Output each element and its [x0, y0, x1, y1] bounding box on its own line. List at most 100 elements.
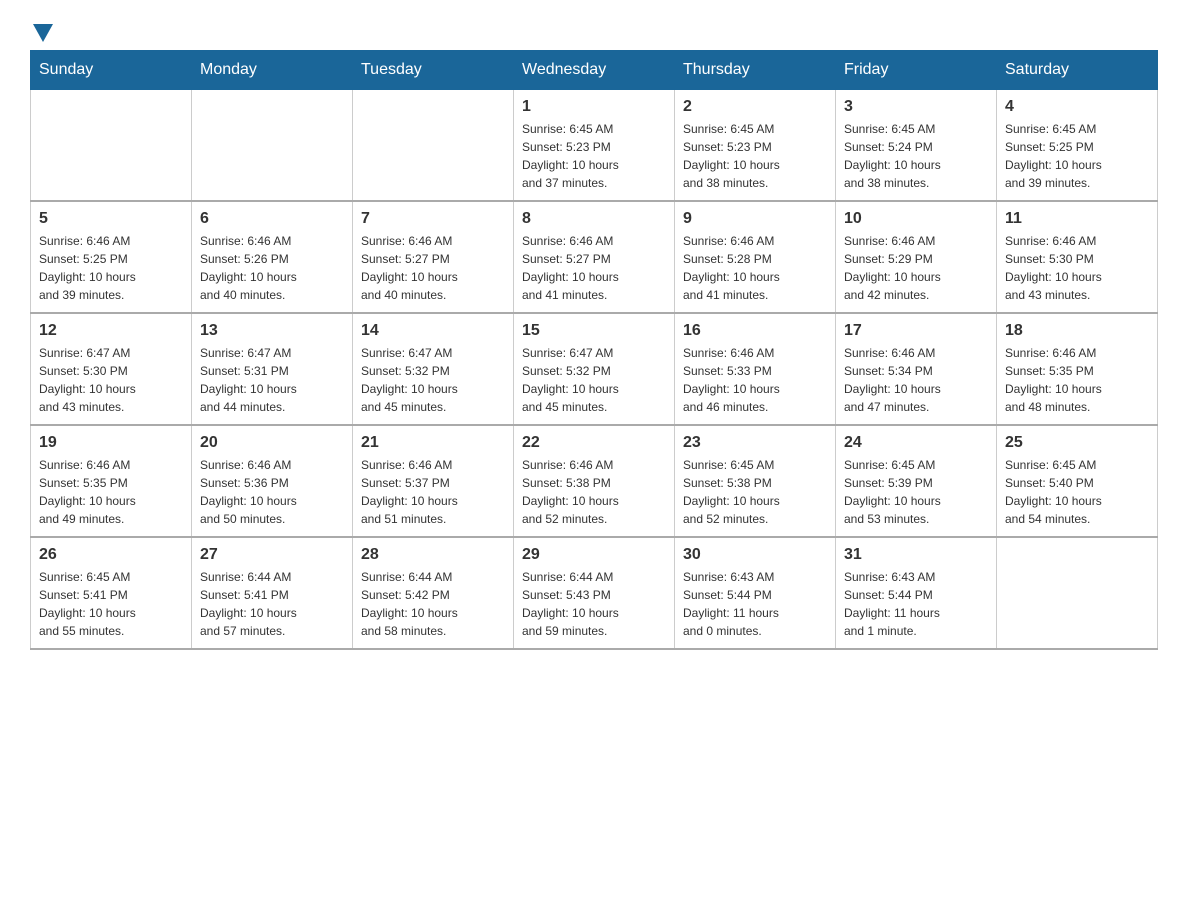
- calendar-cell: 22Sunrise: 6:46 AMSunset: 5:38 PMDayligh…: [514, 425, 675, 537]
- day-of-week-header: Sunday: [31, 51, 192, 90]
- day-number: 9: [683, 210, 827, 228]
- day-number: 17: [844, 322, 988, 340]
- day-number: 18: [1005, 322, 1149, 340]
- day-info: Sunrise: 6:45 AMSunset: 5:23 PMDaylight:…: [522, 120, 666, 192]
- calendar-cell: 20Sunrise: 6:46 AMSunset: 5:36 PMDayligh…: [192, 425, 353, 537]
- calendar-cell: 11 Sunrise: 6:46 AMSunset: 5:30 PMDayligh…: [997, 201, 1158, 313]
- calendar-cell: 28 Sunrise: 6:44 AMSunset: 5:42 PMDayligh…: [353, 537, 514, 649]
- calendar-cell: 16 Sunrise: 6:46 AMSunset: 5:33 PMDayligh…: [675, 313, 836, 425]
- calendar-week-row: 5Sunrise: 6:46 AMSunset: 5:25 PMDaylight…: [31, 201, 1158, 313]
- day-info: Sunrise: 6:44 AMSunset: 5:43 PMDaylight:…: [522, 568, 666, 640]
- calendar-cell: 27 Sunrise: 6:44 AMSunset: 5:41 PMDayligh…: [192, 537, 353, 649]
- calendar-cell: 18 Sunrise: 6:46 AMSunset: 5:35 PMDayligh…: [997, 313, 1158, 425]
- day-number: 12: [39, 322, 183, 340]
- calendar-cell: 31 Sunrise: 6:43 AMSunset: 5:44 PMDayligh…: [836, 537, 997, 649]
- day-number: 3: [844, 98, 988, 116]
- day-info: Sunrise: 6:46 AMSunset: 5:30 PMDaylight:…: [1005, 232, 1149, 304]
- day-number: 29: [522, 546, 666, 564]
- calendar-week-row: 1 Sunrise: 6:45 AMSunset: 5:23 PMDaylight…: [31, 90, 1158, 202]
- day-info: Sunrise: 6:47 AMSunset: 5:31 PMDaylight:…: [200, 344, 344, 416]
- day-number: 13: [200, 322, 344, 340]
- calendar-week-row: 19 Sunrise: 6:46 AMSunset: 5:35 PMDayligh…: [31, 425, 1158, 537]
- day-info: Sunrise: 6:46 AMSunset: 5:27 PMDaylight:…: [361, 232, 505, 304]
- calendar-cell: 26Sunrise: 6:45 AMSunset: 5:41 PMDayligh…: [31, 537, 192, 649]
- day-number: 23: [683, 434, 827, 452]
- day-number: 14: [361, 322, 505, 340]
- calendar-week-row: 26Sunrise: 6:45 AMSunset: 5:41 PMDayligh…: [31, 537, 1158, 649]
- day-info: Sunrise: 6:45 AMSunset: 5:23 PMDaylight:…: [683, 120, 827, 192]
- calendar-cell: 19 Sunrise: 6:46 AMSunset: 5:35 PMDayligh…: [31, 425, 192, 537]
- calendar-cell: 25 Sunrise: 6:45 AMSunset: 5:40 PMDayligh…: [997, 425, 1158, 537]
- calendar-cell: 29 Sunrise: 6:44 AMSunset: 5:43 PMDayligh…: [514, 537, 675, 649]
- day-number: 8: [522, 210, 666, 228]
- calendar-cell: 3 Sunrise: 6:45 AMSunset: 5:24 PMDaylight…: [836, 90, 997, 202]
- logo: [30, 20, 53, 40]
- calendar-cell: 1 Sunrise: 6:45 AMSunset: 5:23 PMDaylight…: [514, 90, 675, 202]
- day-number: 15: [522, 322, 666, 340]
- day-number: 1: [522, 98, 666, 116]
- day-number: 5: [39, 210, 183, 228]
- day-of-week-header: Tuesday: [353, 51, 514, 90]
- day-number: 27: [200, 546, 344, 564]
- calendar-cell: 24 Sunrise: 6:45 AMSunset: 5:39 PMDayligh…: [836, 425, 997, 537]
- calendar-header-row: SundayMondayTuesdayWednesdayThursdayFrid…: [31, 51, 1158, 90]
- day-number: 30: [683, 546, 827, 564]
- calendar-cell: 13 Sunrise: 6:47 AMSunset: 5:31 PMDayligh…: [192, 313, 353, 425]
- day-info: Sunrise: 6:46 AMSunset: 5:37 PMDaylight:…: [361, 456, 505, 528]
- day-number: 6: [200, 210, 344, 228]
- day-info: Sunrise: 6:45 AMSunset: 5:24 PMDaylight:…: [844, 120, 988, 192]
- day-of-week-header: Thursday: [675, 51, 836, 90]
- calendar-cell: 9 Sunrise: 6:46 AMSunset: 5:28 PMDaylight…: [675, 201, 836, 313]
- day-info: Sunrise: 6:46 AMSunset: 5:27 PMDaylight:…: [522, 232, 666, 304]
- page-header: [30, 20, 1158, 40]
- calendar-cell: 7 Sunrise: 6:46 AMSunset: 5:27 PMDaylight…: [353, 201, 514, 313]
- day-info: Sunrise: 6:44 AMSunset: 5:42 PMDaylight:…: [361, 568, 505, 640]
- calendar-cell: [192, 90, 353, 202]
- day-info: Sunrise: 6:46 AMSunset: 5:33 PMDaylight:…: [683, 344, 827, 416]
- day-number: 31: [844, 546, 988, 564]
- day-info: Sunrise: 6:45 AMSunset: 5:40 PMDaylight:…: [1005, 456, 1149, 528]
- day-info: Sunrise: 6:46 AMSunset: 5:36 PMDaylight:…: [200, 456, 344, 528]
- day-info: Sunrise: 6:45 AMSunset: 5:39 PMDaylight:…: [844, 456, 988, 528]
- day-number: 11: [1005, 210, 1149, 228]
- calendar-cell: [31, 90, 192, 202]
- logo-arrow-icon: [33, 24, 53, 42]
- day-info: Sunrise: 6:46 AMSunset: 5:29 PMDaylight:…: [844, 232, 988, 304]
- day-number: 16: [683, 322, 827, 340]
- calendar-cell: 17Sunrise: 6:46 AMSunset: 5:34 PMDayligh…: [836, 313, 997, 425]
- day-number: 10: [844, 210, 988, 228]
- day-number: 22: [522, 434, 666, 452]
- day-number: 25: [1005, 434, 1149, 452]
- day-of-week-header: Wednesday: [514, 51, 675, 90]
- calendar-cell: 6Sunrise: 6:46 AMSunset: 5:26 PMDaylight…: [192, 201, 353, 313]
- calendar-cell: 21Sunrise: 6:46 AMSunset: 5:37 PMDayligh…: [353, 425, 514, 537]
- day-info: Sunrise: 6:43 AMSunset: 5:44 PMDaylight:…: [683, 568, 827, 640]
- day-info: Sunrise: 6:47 AMSunset: 5:32 PMDaylight:…: [361, 344, 505, 416]
- calendar-cell: 5Sunrise: 6:46 AMSunset: 5:25 PMDaylight…: [31, 201, 192, 313]
- day-number: 28: [361, 546, 505, 564]
- day-info: Sunrise: 6:44 AMSunset: 5:41 PMDaylight:…: [200, 568, 344, 640]
- day-of-week-header: Monday: [192, 51, 353, 90]
- day-of-week-header: Saturday: [997, 51, 1158, 90]
- day-info: Sunrise: 6:45 AMSunset: 5:38 PMDaylight:…: [683, 456, 827, 528]
- day-number: 7: [361, 210, 505, 228]
- day-info: Sunrise: 6:46 AMSunset: 5:28 PMDaylight:…: [683, 232, 827, 304]
- calendar-cell: 23 Sunrise: 6:45 AMSunset: 5:38 PMDayligh…: [675, 425, 836, 537]
- calendar-cell: [353, 90, 514, 202]
- calendar-cell: 12 Sunrise: 6:47 AMSunset: 5:30 PMDayligh…: [31, 313, 192, 425]
- day-info: Sunrise: 6:46 AMSunset: 5:35 PMDaylight:…: [1005, 344, 1149, 416]
- calendar-cell: 4Sunrise: 6:45 AMSunset: 5:25 PMDaylight…: [997, 90, 1158, 202]
- calendar-cell: 15 Sunrise: 6:47 AMSunset: 5:32 PMDayligh…: [514, 313, 675, 425]
- calendar-cell: 14 Sunrise: 6:47 AMSunset: 5:32 PMDayligh…: [353, 313, 514, 425]
- day-info: Sunrise: 6:47 AMSunset: 5:32 PMDaylight:…: [522, 344, 666, 416]
- day-info: Sunrise: 6:47 AMSunset: 5:30 PMDaylight:…: [39, 344, 183, 416]
- calendar-cell: 2Sunrise: 6:45 AMSunset: 5:23 PMDaylight…: [675, 90, 836, 202]
- calendar-cell: 30 Sunrise: 6:43 AMSunset: 5:44 PMDayligh…: [675, 537, 836, 649]
- day-number: 24: [844, 434, 988, 452]
- day-info: Sunrise: 6:46 AMSunset: 5:35 PMDaylight:…: [39, 456, 183, 528]
- calendar-cell: [997, 537, 1158, 649]
- day-info: Sunrise: 6:45 AMSunset: 5:25 PMDaylight:…: [1005, 120, 1149, 192]
- day-number: 19: [39, 434, 183, 452]
- day-info: Sunrise: 6:43 AMSunset: 5:44 PMDaylight:…: [844, 568, 988, 640]
- calendar-table: SundayMondayTuesdayWednesdayThursdayFrid…: [30, 50, 1158, 650]
